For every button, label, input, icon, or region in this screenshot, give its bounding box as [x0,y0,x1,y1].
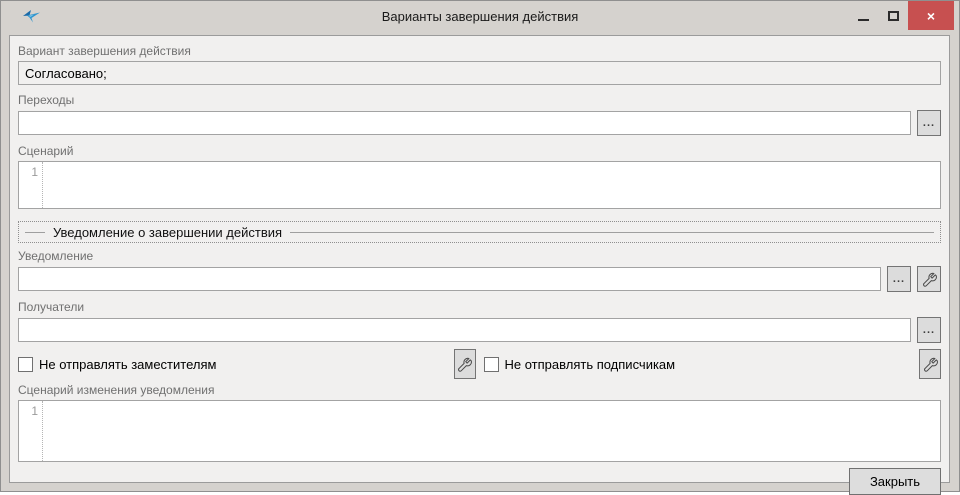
change-scenario-label: Сценарий изменения уведомления [18,383,941,398]
group-line-left [25,232,45,233]
recipients-browse-button[interactable]: ... [917,317,941,343]
recipients-label: Получатели [18,300,941,315]
close-icon: × [927,8,935,24]
recipients-input[interactable] [18,318,911,342]
transitions-input[interactable] [18,111,911,135]
deputies-wrench-button[interactable] [454,349,476,379]
close-dialog-button[interactable]: Закрыть [849,468,941,495]
notification-input[interactable] [18,267,881,291]
scenario-text-input[interactable] [43,162,940,208]
scenario-label: Сценарий [18,144,941,159]
transitions-label: Переходы [18,93,941,108]
notification-group-title: Уведомление о завершении действия [53,225,282,240]
variant-input[interactable] [18,61,941,85]
notification-wrench-button[interactable] [917,266,941,292]
window-controls: × [848,1,954,30]
subscribers-wrench-button[interactable] [919,349,941,379]
no-subscribers-label: Не отправлять подписчикам [505,357,676,372]
title-bar: Варианты завершения действия × [1,1,959,31]
change-scenario-text-input[interactable] [43,401,940,461]
wrench-icon [457,357,472,372]
maximize-button[interactable] [878,1,908,30]
notification-group-header: Уведомление о завершении действия [18,221,941,243]
wrench-icon [923,357,938,372]
no-deputies-checkbox[interactable] [18,357,33,372]
window-title: Варианты завершения действия [1,1,959,31]
scenario-line-number: 1 [19,162,43,208]
no-deputies-label: Не отправлять заместителям [39,357,216,372]
change-scenario-line-number: 1 [19,401,43,461]
transitions-browse-button[interactable]: ... [917,110,941,136]
minimize-button[interactable] [848,1,878,30]
no-subscribers-group: Не отправлять подписчикам [484,349,942,379]
no-deputies-group: Не отправлять заместителям [18,349,476,379]
group-line-right [290,232,934,233]
close-window-button[interactable]: × [908,1,954,30]
wrench-icon [922,272,937,287]
notification-browse-button[interactable]: ... [887,266,911,292]
dialog-window: Варианты завершения действия × Вариант з… [0,0,960,492]
scenario-editor[interactable]: 1 [18,161,941,209]
notification-label: Уведомление [18,249,941,264]
no-subscribers-checkbox[interactable] [484,357,499,372]
change-scenario-editor[interactable]: 1 [18,400,941,462]
dialog-content-panel: Вариант завершения действия Переходы ...… [9,35,950,483]
variant-label: Вариант завершения действия [18,44,941,59]
minimize-icon [858,19,869,21]
maximize-icon [888,11,899,21]
app-bird-icon [22,8,42,24]
